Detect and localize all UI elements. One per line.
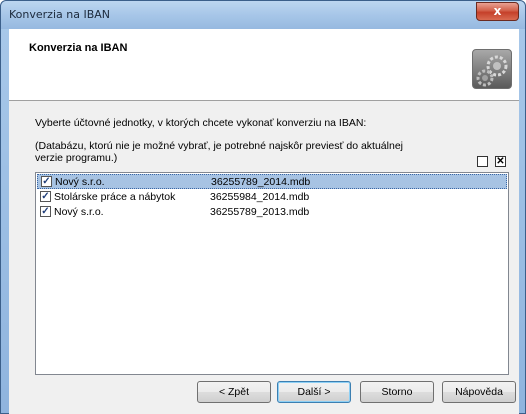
next-button[interactable]: Další > bbox=[277, 381, 351, 403]
database-file: 36255789_2013.mdb bbox=[210, 206, 310, 218]
dialog-client-area: Konverzia na IBAN Vyberte účtovné jednot… bbox=[9, 29, 519, 414]
cancel-button[interactable]: Storno bbox=[360, 381, 434, 403]
note-line-1: (Databázu, ktorú nie je možné vybrať, je… bbox=[35, 140, 403, 152]
database-file: 36255984_2014.mdb bbox=[210, 191, 310, 203]
window-title: Konverzia na IBAN bbox=[9, 8, 110, 21]
uncheck-all-checkbox[interactable] bbox=[477, 156, 488, 167]
check-all-checkbox[interactable]: ✕ bbox=[495, 156, 506, 167]
company-name: Stolárske práce a nábytok bbox=[54, 191, 176, 203]
list-item[interactable]: ✓ Nový s.r.o. 36255789_2014.mdb bbox=[37, 174, 507, 189]
row-checkbox[interactable]: ✓ bbox=[40, 206, 51, 217]
note-line-2: verzie programu.) bbox=[35, 152, 118, 164]
back-button[interactable]: < Zpět bbox=[197, 381, 271, 403]
row-checkbox[interactable]: ✓ bbox=[40, 191, 51, 202]
help-button[interactable]: Nápověda bbox=[442, 381, 516, 403]
gears-icon bbox=[472, 49, 512, 89]
row-checkbox[interactable]: ✓ bbox=[41, 176, 52, 187]
company-name: Nový s.r.o. bbox=[55, 176, 105, 188]
database-file: 36255789_2014.mdb bbox=[211, 176, 311, 188]
instruction-text: Vyberte účtovné jednotky, v ktorých chce… bbox=[35, 117, 367, 129]
company-name: Nový s.r.o. bbox=[54, 206, 104, 218]
list-item[interactable]: ✓ Stolárske práce a nábytok 36255984_201… bbox=[37, 190, 507, 205]
title-bar[interactable]: Konverzia na IBAN x bbox=[1, 1, 525, 29]
dialog-window: Konverzia na IBAN x Konverzia na IBAN Vy… bbox=[0, 0, 526, 414]
wizard-header: Konverzia na IBAN bbox=[9, 29, 519, 101]
database-list[interactable]: ✓ Nový s.r.o. 36255789_2014.mdb ✓ Stolár… bbox=[35, 172, 509, 375]
list-item[interactable]: ✓ Nový s.r.o. 36255789_2013.mdb bbox=[37, 205, 507, 220]
wizard-title: Konverzia na IBAN bbox=[29, 42, 128, 54]
close-button[interactable]: x bbox=[476, 2, 519, 21]
